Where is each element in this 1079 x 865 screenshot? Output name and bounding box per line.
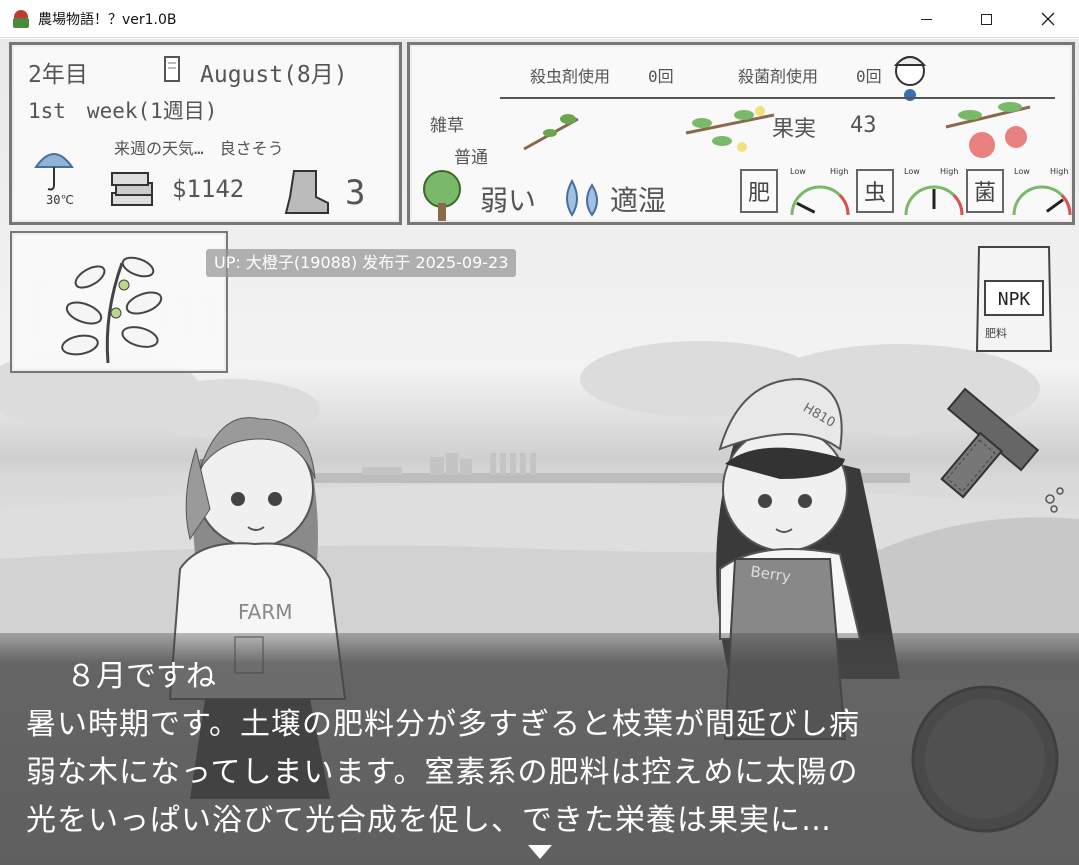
insect-gauge-box: 虫 [856, 169, 894, 213]
gauge-needle-line [1045, 198, 1064, 213]
weeds-value: 普通 [454, 148, 488, 168]
dialog-line-3: 光をいっぱい浴びて光合成を促し、できた栄養は果実に… [26, 803, 832, 838]
npk-fertilizer-item[interactable]: NPK 肥料 [973, 243, 1055, 355]
umbrella-icon [34, 153, 74, 191]
window-title: 農場物語！？ver1.0B [38, 11, 177, 28]
fertilizer-gauge-box: 肥 [740, 169, 778, 213]
tree-health-icon [423, 170, 461, 221]
svg-text:FARM: FARM [238, 600, 293, 624]
minimize-icon [920, 18, 932, 20]
fruit-label: 果実 [772, 117, 817, 142]
fertilizer-bag-icon: NPK 肥料 [975, 246, 1053, 352]
fertilizer-gauge-needle [790, 185, 850, 216]
weed-branch-icon [523, 114, 579, 151]
svg-text:肥料: 肥料 [985, 326, 1007, 340]
moisture-value: 適湿 [610, 184, 667, 217]
seedling-icon [61, 256, 163, 364]
dialog-box[interactable]: ８月ですね 暑い時期です。土壌の肥料分が多すぎると枝葉が間延びし病 弱な木になっ… [0, 633, 1079, 865]
dialog-line-2: 弱な木になってしまいます。窒素系の肥料は控えめに太陽の [26, 755, 859, 790]
gauge-needle-line [796, 201, 816, 214]
cherry-branch-icon [945, 102, 1031, 158]
status-panel: 2年目 August(8月) 1st week(1週目) 来週の天気… 良さそう… [9, 42, 402, 225]
fungicide-count: 0回 [856, 67, 882, 86]
weeds-label: 雑草 [430, 116, 464, 136]
farm-info-panel: 殺虫剤使用 0回 殺菌剤使用 0回 雑草 普通 果実 43 弱い 適湿 肥 Lo… [407, 42, 1075, 225]
pesticide-count: 0回 [648, 67, 674, 86]
year-label: 2年目 [28, 62, 88, 88]
month-label: August(8月) [200, 62, 348, 88]
insect-gauge-needle [904, 185, 964, 216]
fungus-gauge-box: 菌 [966, 169, 1004, 213]
fungus-gauge-needle [1012, 185, 1072, 216]
fungicide-label: 殺菌剤使用 [738, 67, 819, 86]
tree-health-value: 弱い [480, 184, 537, 217]
fruit-branch-icon [685, 106, 775, 152]
game-screen[interactable]: U m FARM [0, 39, 1079, 865]
minimize-button[interactable] [896, 0, 956, 38]
temperature: 30℃ [46, 193, 74, 207]
close-button[interactable] [1018, 0, 1078, 38]
pesticide-label: 殺虫剤使用 [530, 67, 611, 86]
next-page-arrow-icon[interactable] [528, 845, 552, 859]
app-icon [12, 9, 30, 28]
money-amount: $1142 [172, 175, 245, 203]
dialog-first-line: ８月ですね [66, 659, 216, 694]
uploader-watermark: UP: 大橙子(19088) 发布于 2025-09-23 [206, 249, 517, 277]
weather-forecast: 来週の天気… 良さそう [114, 139, 284, 158]
close-icon [1041, 12, 1055, 26]
svg-text:NPK: NPK [998, 289, 1031, 310]
fruit-count: 43 [850, 113, 877, 138]
water-drops-icon [566, 178, 598, 217]
boot-icon [284, 170, 329, 214]
stamina-count: 3 [345, 173, 366, 213]
maximize-button[interactable] [956, 0, 1016, 38]
maximize-icon [980, 13, 992, 25]
plant-preview-panel [10, 231, 228, 373]
window-titlebar: 農場物語！？ver1.0B [0, 0, 1079, 38]
dialog-line-1: 暑い時期です。土壌の肥料分が多すぎると枝葉が間延びし病 [26, 707, 860, 742]
money-stack-icon [111, 172, 153, 206]
week-label: 1st week(1週目) [28, 99, 218, 123]
calendar-icon [164, 56, 180, 82]
